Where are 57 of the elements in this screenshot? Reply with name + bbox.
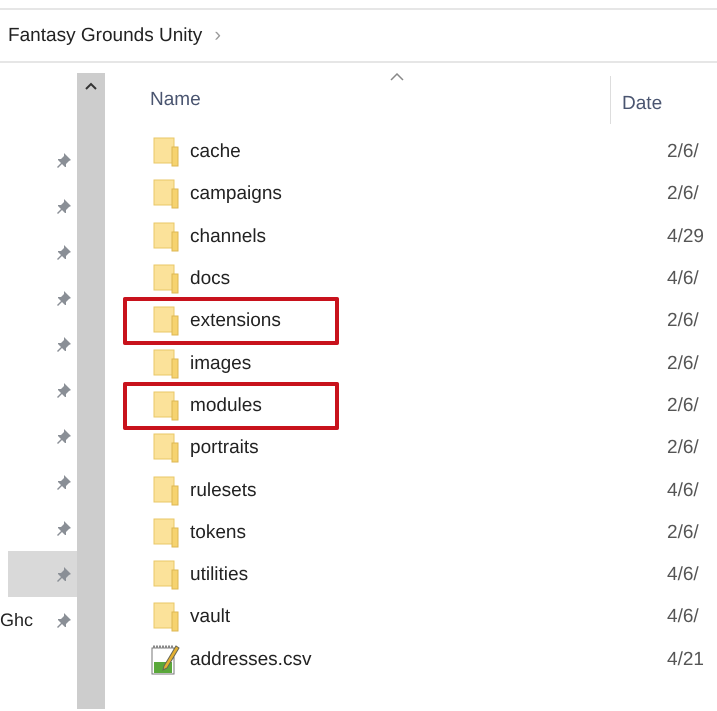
date-modified: 2/6/ — [667, 183, 699, 206]
breadcrumb-folder[interactable]: Fantasy Grounds Unity — [8, 24, 202, 46]
folder-icon — [153, 222, 179, 252]
pin-icon[interactable] — [55, 611, 73, 629]
date-modified: 2/6/ — [667, 437, 699, 460]
pin-icon[interactable] — [55, 335, 73, 353]
file-name[interactable]: modules — [190, 394, 262, 417]
nav-label[interactable]: Ghc — [0, 610, 34, 630]
file-name[interactable]: addresses.csv — [190, 648, 312, 671]
date-modified: 2/6/ — [667, 352, 699, 375]
notepad-icon — [150, 644, 182, 676]
scroll-up-icon[interactable] — [84, 81, 98, 91]
file-name[interactable]: images — [190, 352, 252, 375]
folder-icon — [153, 602, 179, 632]
file-name[interactable]: vault — [190, 606, 230, 628]
folder-icon — [153, 348, 179, 379]
folder-icon — [153, 518, 179, 548]
file-name[interactable]: tokens — [190, 522, 246, 544]
date-modified: 2/6/ — [667, 522, 699, 544]
folder-icon — [153, 264, 179, 294]
file-name[interactable]: portraits — [190, 437, 259, 460]
date-modified: 2/6/ — [667, 394, 699, 417]
file-name[interactable]: campaigns — [190, 183, 282, 206]
pin-icon[interactable] — [55, 151, 73, 169]
file-name[interactable]: docs — [190, 268, 230, 290]
nav-item[interactable] — [8, 551, 77, 597]
file-name[interactable]: rulesets — [190, 480, 257, 502]
date-modified: 4/6/ — [667, 268, 699, 290]
column-header[interactable]: Name — [150, 83, 610, 111]
date-modified: 4/21 — [667, 648, 704, 671]
pin-icon[interactable] — [55, 473, 73, 491]
folder-icon — [153, 433, 179, 464]
date-modified: 2/6/ — [667, 310, 699, 332]
file-name[interactable]: utilities — [190, 564, 248, 586]
pin-icon[interactable] — [55, 197, 73, 215]
file-name[interactable]: channels — [190, 226, 266, 248]
pin-icon[interactable] — [55, 427, 73, 445]
folder-icon — [153, 179, 179, 210]
column-header[interactable]: Date — [610, 76, 662, 124]
pin-icon[interactable] — [55, 243, 73, 261]
pin-icon[interactable] — [55, 565, 73, 583]
file-name[interactable]: cache — [190, 141, 241, 164]
folder-icon — [153, 137, 179, 168]
folder-icon — [153, 306, 179, 336]
folder-icon — [153, 560, 179, 590]
date-modified: 4/6/ — [667, 606, 699, 628]
folder-icon — [153, 476, 179, 506]
pin-icon[interactable] — [55, 289, 73, 307]
scrollbar[interactable] — [77, 73, 105, 709]
file-name[interactable]: extensions — [190, 310, 281, 332]
date-modified: 4/6/ — [667, 480, 699, 502]
pin-icon[interactable] — [55, 519, 73, 537]
pin-icon[interactable] — [55, 381, 73, 399]
date-modified: 4/29 — [667, 226, 704, 248]
date-modified: 4/6/ — [667, 564, 699, 586]
date-modified: 2/6/ — [667, 141, 699, 164]
folder-icon — [153, 390, 179, 421]
